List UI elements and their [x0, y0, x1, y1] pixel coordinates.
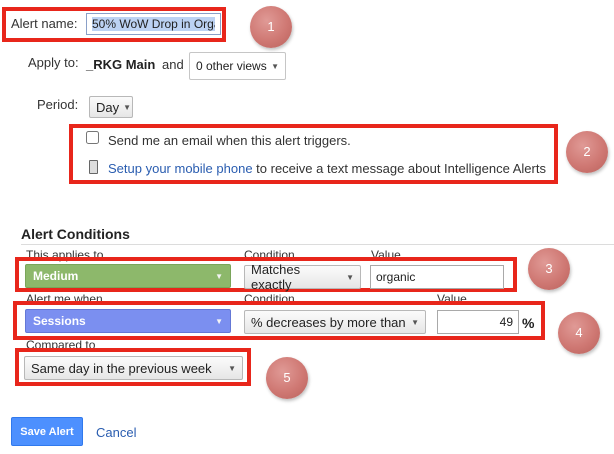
cancel-link[interactable]: Cancel — [96, 425, 136, 440]
callout-number-4: 4 — [558, 312, 600, 354]
metric-value-number: 49 — [499, 315, 513, 329]
email-label: Send me an email when this alert trigger… — [108, 133, 351, 148]
metric-value: Sessions — [33, 314, 86, 328]
alert-name-input[interactable]: 50% WoW Drop in Orga — [86, 13, 221, 35]
other-views-select[interactable]: 0 other views ▼ — [189, 52, 286, 80]
mobile-description: to receive a text message about Intellig… — [256, 161, 546, 176]
period-select[interactable]: Day ▼ — [89, 96, 133, 118]
metric-value-input[interactable]: 49 — [437, 310, 519, 334]
metric-select[interactable]: Sessions ▼ — [25, 309, 231, 333]
mobile-text-line: Setup your mobile phone to receive a tex… — [108, 161, 546, 176]
match-value: organic — [376, 270, 416, 284]
period-value: Day — [96, 99, 120, 115]
save-alert-button[interactable]: Save Alert — [11, 417, 83, 446]
property-name: _RKG Main — [86, 57, 156, 72]
callout-number-1: 1 — [250, 6, 292, 48]
compared-to-select[interactable]: Same day in the previous week ▼ — [24, 356, 243, 380]
metric-condition-select[interactable]: % decreases by more than ▼ — [244, 310, 426, 334]
alert-name-value: 50% WoW Drop in Orga — [92, 17, 215, 31]
compared-to-value: Same day in the previous week — [31, 360, 212, 376]
match-type-value: Matches exactly — [251, 262, 301, 292]
percent-sign: % — [522, 315, 535, 331]
dimension-value: Medium — [33, 269, 79, 283]
callout-number-2: 2 — [566, 131, 608, 173]
other-views-value: 0 other views — [196, 59, 267, 73]
callout-number-5: 5 — [266, 357, 308, 399]
dimension-select[interactable]: Medium ▼ — [25, 264, 231, 288]
chevron-down-icon: ▼ — [123, 102, 132, 112]
chevron-down-icon: ▼ — [271, 61, 279, 71]
alert-name-label: Alert name: — [11, 16, 78, 31]
alert-conditions-title: Alert Conditions — [21, 226, 130, 242]
chevron-down-icon: ▼ — [228, 363, 236, 373]
chevron-down-icon: ▼ — [215, 271, 223, 281]
chevron-down-icon: ▼ — [346, 272, 354, 282]
setup-mobile-link[interactable]: Setup your mobile phone — [108, 161, 253, 176]
chevron-down-icon: ▼ — [215, 316, 223, 326]
apply-to-label: Apply to: — [28, 55, 79, 70]
match-type-select[interactable]: Matches exactly ▼ — [244, 262, 361, 292]
email-checkbox[interactable] — [86, 131, 99, 144]
mobile-phone-icon — [89, 160, 98, 174]
apply-to-and: and — [162, 57, 184, 72]
callout-number-3: 3 — [528, 248, 570, 290]
chevron-down-icon: ▼ — [411, 317, 419, 327]
match-value-input[interactable]: organic — [370, 265, 504, 289]
metric-condition-value: % decreases by more than — [251, 314, 406, 330]
conditions-divider — [21, 244, 614, 245]
period-label: Period: — [37, 97, 79, 112]
